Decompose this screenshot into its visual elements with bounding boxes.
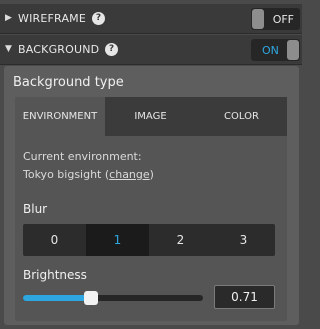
help-icon[interactable]: ? (92, 12, 105, 25)
wireframe-toggle[interactable]: OFF (251, 8, 300, 30)
help-icon[interactable]: ? (105, 43, 118, 56)
wireframe-row[interactable]: ▶ WIREFRAME ? OFF (0, 4, 302, 34)
environment-info: Tokyo bigsight (change) (23, 168, 154, 181)
background-panel: Background type ENVIRONMENT IMAGE COLOR … (4, 66, 299, 325)
environment-name: Tokyo bigsight (23, 168, 102, 181)
blur-option-1[interactable]: 1 (86, 224, 149, 256)
background-label: BACKGROUND (18, 43, 100, 56)
change-environment-link[interactable]: change (109, 168, 149, 181)
blur-segmented-control: 0 1 2 3 (23, 224, 275, 256)
wireframe-toggle-label: OFF (272, 13, 294, 26)
brightness-title: Brightness (23, 268, 87, 282)
close-paren: ) (149, 168, 154, 181)
blur-title: Blur (23, 202, 48, 216)
slider-fill (23, 295, 91, 301)
background-row[interactable]: ▼ BACKGROUND ? ON (0, 35, 302, 65)
toggle-knob[interactable] (252, 9, 264, 29)
blur-option-2[interactable]: 2 (149, 224, 212, 256)
tab-environment[interactable]: ENVIRONMENT (15, 97, 105, 136)
wireframe-label: WIREFRAME (18, 12, 87, 25)
background-type-box: ENVIRONMENT IMAGE COLOR Current environm… (15, 97, 287, 321)
toggle-knob[interactable] (287, 40, 299, 60)
tab-color[interactable]: COLOR (196, 97, 287, 136)
brightness-value-input[interactable]: 0.71 (214, 285, 275, 309)
blur-option-0[interactable]: 0 (23, 224, 86, 256)
blur-option-3[interactable]: 3 (212, 224, 275, 256)
chevron-right-icon[interactable]: ▶ (5, 12, 17, 24)
background-toggle-label: ON (262, 44, 279, 57)
tab-image[interactable]: IMAGE (105, 97, 196, 136)
brightness-slider[interactable] (23, 291, 203, 305)
background-type-title: Background type (13, 75, 124, 90)
current-environment-label: Current environment: (23, 150, 142, 163)
slider-thumb[interactable] (84, 291, 98, 305)
background-type-tabs: ENVIRONMENT IMAGE COLOR (15, 97, 287, 136)
chevron-down-icon[interactable]: ▼ (5, 43, 17, 55)
background-toggle[interactable]: ON (251, 39, 300, 61)
